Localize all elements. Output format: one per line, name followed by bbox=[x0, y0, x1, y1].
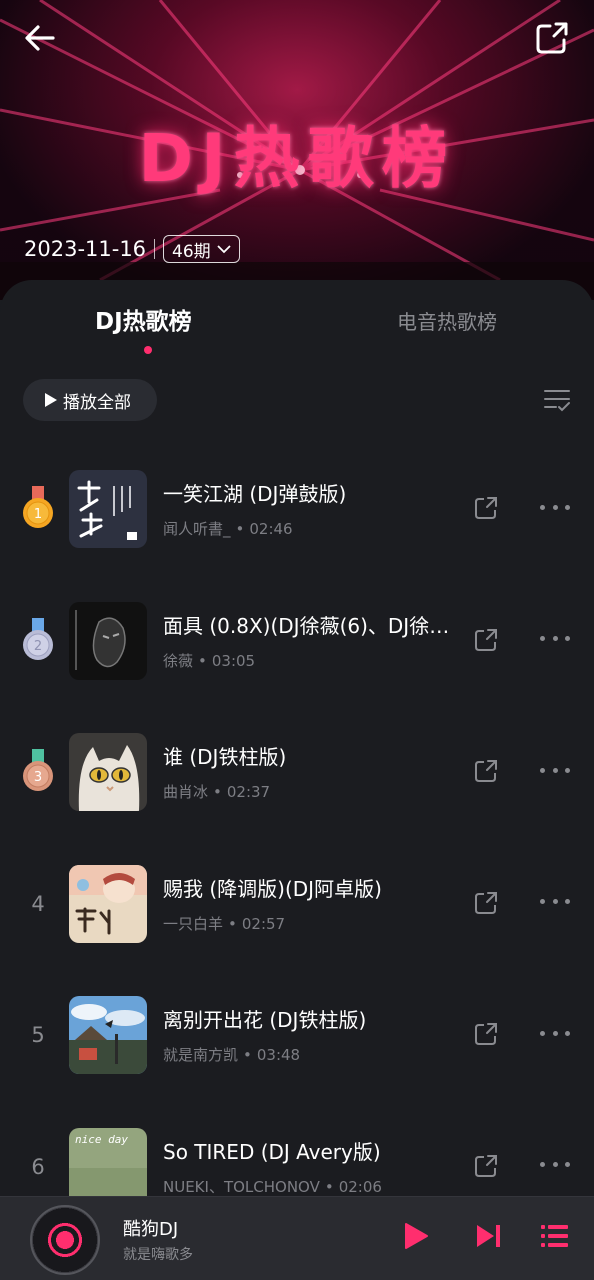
share-icon[interactable] bbox=[472, 626, 500, 654]
separator-dot: • bbox=[213, 783, 222, 801]
rank-number: 4 bbox=[31, 891, 45, 916]
song-meta: 曲肖冰 • 02:37 bbox=[163, 781, 270, 802]
back-arrow-icon[interactable] bbox=[20, 18, 60, 58]
separator-dot: • bbox=[324, 1177, 334, 1196]
song-duration: 03:48 bbox=[256, 1046, 301, 1064]
more-options-icon[interactable] bbox=[540, 1155, 570, 1175]
song-duration: 02:57 bbox=[241, 914, 286, 933]
multi-select-icon[interactable] bbox=[542, 385, 572, 415]
album-cover bbox=[69, 996, 147, 1074]
play-all-button[interactable]: 播放全部 bbox=[23, 379, 157, 421]
song-duration: 02:37 bbox=[226, 783, 271, 801]
album-cover bbox=[69, 864, 147, 943]
share-icon[interactable] bbox=[472, 1020, 500, 1048]
song-title: 一笑江湖 (DJ弹鼓版) bbox=[163, 482, 347, 506]
album-cover bbox=[69, 470, 147, 548]
share-icon[interactable] bbox=[472, 889, 500, 917]
hero-banner: DJ热歌榜 2023-11-16 46期 bbox=[0, 0, 594, 300]
list-item[interactable]: 4 赐我 (降调版)(DJ阿卓版) 一只白羊 • 02:57 bbox=[0, 855, 594, 987]
album-cover: nice day bbox=[69, 1127, 147, 1206]
gold-medal-icon: 1 bbox=[23, 486, 53, 528]
song-title: 离别开出花 (DJ铁柱版) bbox=[163, 1008, 367, 1032]
chart-date: 2023-11-16 bbox=[24, 237, 147, 261]
chevron-down-icon bbox=[217, 245, 231, 254]
song-title: 面具 (0.8X)(DJ徐薇(6)、DJ徐… bbox=[163, 613, 450, 638]
play-all-label: 播放全部 bbox=[63, 392, 131, 413]
more-options-icon[interactable] bbox=[540, 892, 570, 912]
rank-number: 5 bbox=[31, 1023, 45, 1047]
chart-date-row: 2023-11-16 46期 bbox=[24, 235, 240, 263]
song-artist: 曲肖冰 bbox=[163, 783, 209, 801]
rank-number: 2 bbox=[34, 639, 42, 654]
divider bbox=[154, 239, 156, 259]
song-duration: 02:06 bbox=[338, 1177, 382, 1196]
next-track-icon[interactable] bbox=[474, 1221, 504, 1251]
song-title: So TIRED (DJ Avery版) bbox=[163, 1139, 381, 1164]
more-options-icon[interactable] bbox=[540, 497, 570, 517]
more-options-icon[interactable] bbox=[540, 1023, 570, 1043]
separator-dot: • bbox=[243, 1046, 252, 1064]
issue-label: 46期 bbox=[172, 241, 211, 262]
song-meta: 徐薇 • 03:05 bbox=[163, 650, 255, 671]
silver-medal-icon: 2 bbox=[23, 617, 53, 660]
song-title: 赐我 (降调版)(DJ阿卓版) bbox=[163, 876, 382, 901]
song-artist: 就是南方凯 bbox=[163, 1046, 239, 1064]
share-icon[interactable] bbox=[532, 18, 572, 58]
song-title: 谁 (DJ铁柱版) bbox=[163, 745, 287, 769]
more-options-icon[interactable] bbox=[540, 760, 570, 780]
tab-dj-hot[interactable]: DJ热歌榜 bbox=[95, 302, 192, 336]
share-icon[interactable] bbox=[472, 1152, 500, 1180]
song-duration: 03:05 bbox=[211, 651, 256, 670]
list-item[interactable]: 1 一笑江湖 (DJ弹鼓版) 闻人听書_ • 02:46 bbox=[0, 460, 594, 592]
player-title: 酷狗DJ bbox=[123, 1219, 179, 1240]
song-duration: 02:46 bbox=[249, 520, 293, 538]
separator-dot: • bbox=[198, 651, 207, 670]
bronze-medal-icon: 3 bbox=[23, 749, 53, 791]
separator-dot: • bbox=[235, 520, 245, 538]
hero-title: DJ热歌榜 bbox=[138, 120, 456, 197]
share-icon[interactable] bbox=[472, 494, 500, 522]
share-icon[interactable] bbox=[472, 757, 500, 785]
issue-selector[interactable]: 46期 bbox=[163, 235, 240, 263]
song-meta: 就是南方凯 • 03:48 bbox=[163, 1044, 300, 1065]
list-item[interactable]: 3 谁 (DJ铁柱版) 曲肖冰 • 02:37 bbox=[0, 723, 594, 855]
album-cover bbox=[69, 733, 147, 811]
song-artist: 一只白羊 bbox=[163, 914, 224, 933]
play-icon bbox=[45, 393, 57, 407]
play-icon[interactable] bbox=[400, 1221, 430, 1251]
song-artist: 闻人听書_ bbox=[163, 520, 231, 538]
chart-panel: DJ热歌榜 电音热歌榜 播放全部 1 一笑江湖 (DJ弹鼓版) 闻人听書_ • … bbox=[0, 280, 594, 1206]
player-subtitle: 就是嗨歌多 bbox=[123, 1247, 193, 1263]
song-meta: NUEKI、TOLCHONOV • 02:06 bbox=[163, 1176, 382, 1197]
disc-icon[interactable] bbox=[30, 1205, 100, 1275]
song-list: 1 一笑江湖 (DJ弹鼓版) 闻人听書_ • 02:46 2 面具 (0.8X)… bbox=[0, 460, 594, 1249]
mini-player[interactable]: 酷狗DJ 就是嗨歌多 bbox=[0, 1196, 594, 1280]
rank-number: 6 bbox=[31, 1154, 45, 1179]
active-tab-indicator bbox=[144, 346, 152, 354]
list-item[interactable]: 2 面具 (0.8X)(DJ徐薇(6)、DJ徐… 徐薇 • 03:05 bbox=[0, 592, 594, 724]
tab-electronic-hot[interactable]: 电音热歌榜 bbox=[397, 306, 497, 335]
cover-text: nice day bbox=[75, 1133, 128, 1146]
song-meta: 闻人听書_ • 02:46 bbox=[163, 518, 293, 539]
song-artist: NUEKI、TOLCHONOV bbox=[163, 1177, 320, 1196]
more-options-icon[interactable] bbox=[540, 629, 570, 649]
separator-dot: • bbox=[228, 914, 237, 933]
song-artist: 徐薇 bbox=[163, 651, 194, 670]
rank-number: 1 bbox=[34, 507, 42, 522]
playlist-icon[interactable] bbox=[540, 1221, 570, 1251]
song-meta: 一只白羊 • 02:57 bbox=[163, 913, 285, 934]
album-cover bbox=[69, 601, 147, 680]
list-item[interactable]: 5 离别开出花 (DJ铁柱版) 就是南方凯 • 03:48 bbox=[0, 986, 594, 1118]
rank-number: 3 bbox=[34, 770, 42, 785]
